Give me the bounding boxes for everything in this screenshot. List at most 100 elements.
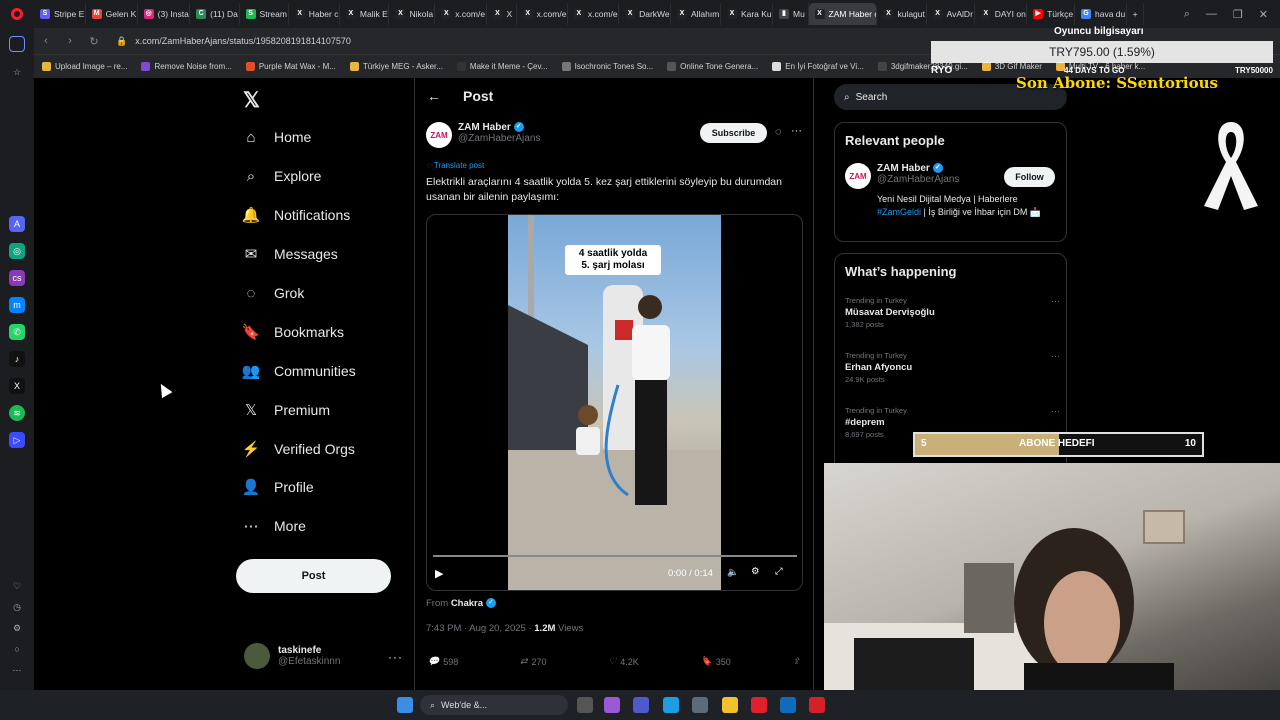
spotify-icon[interactable]: ≋ <box>9 405 25 421</box>
trend-more-icon[interactable]: ··· <box>1051 351 1060 361</box>
browser-tab[interactable]: S Stripe E <box>34 3 86 25</box>
relevant-avatar[interactable]: ZAM <box>845 163 871 189</box>
nav-profile[interactable]: 👤 Profile <box>242 478 314 496</box>
bookmark-item[interactable]: Isochronic Tones So... <box>561 62 653 71</box>
browser-tab[interactable]: ▶ Türkçe <box>1027 3 1075 25</box>
nav-explore[interactable]: ⌕ Explore <box>242 167 322 185</box>
teams-icon[interactable] <box>633 697 649 713</box>
star-icon[interactable]: ☆ <box>9 64 25 80</box>
nav-more[interactable]: ⋯ More <box>242 517 306 535</box>
maximize-icon[interactable]: ❐ <box>1233 8 1243 21</box>
player-icon[interactable]: ▷ <box>9 432 25 448</box>
bookmark-item[interactable]: Remove Noise from... <box>141 62 232 71</box>
bio-hashtag[interactable]: #ZamGeldi <box>877 207 921 217</box>
video-player[interactable]: 4 saatlik yolda 5. şarj molası ▶ 0:00 / … <box>426 214 803 591</box>
whatsapp-icon[interactable]: ✆ <box>9 324 25 340</box>
repost-button[interactable]: ⇄ 270 <box>520 656 547 667</box>
grok-icon[interactable]: ◌ <box>775 126 782 138</box>
copilot-icon[interactable] <box>604 697 620 713</box>
taskbar-search[interactable]: ⌕ Web'de &... <box>420 695 568 715</box>
nav-premium[interactable]: 𝕏 Premium <box>242 401 330 419</box>
browser-tab[interactable]: Xx.com/e <box>435 3 487 25</box>
bookmark-item[interactable]: Purple Mat Wax - M... <box>245 62 336 71</box>
account-more-icon[interactable]: ··· <box>388 650 403 664</box>
opera-logo-icon[interactable] <box>0 0 34 28</box>
reply-button[interactable]: 💬 598 <box>428 656 458 667</box>
nav-notifications[interactable]: 🔔 Notifications <box>242 206 351 224</box>
explorer-icon[interactable] <box>722 697 738 713</box>
nav-communities[interactable]: 👥 Communities <box>242 362 356 380</box>
cs-icon[interactable]: cs <box>9 270 25 286</box>
back-icon[interactable]: ‹ <box>34 35 58 47</box>
back-arrow-icon[interactable]: ← <box>427 88 441 104</box>
nav-home[interactable]: ⌂ Home <box>242 128 311 146</box>
browser-tab[interactable]: Ghava du <box>1075 3 1127 25</box>
nav-messages[interactable]: ✉ Messages <box>242 245 338 263</box>
browser-tab[interactable]: X Haber c <box>289 3 340 25</box>
author-avatar[interactable]: ZAM <box>426 122 452 148</box>
browser-tab[interactable]: X Malik E <box>340 3 390 25</box>
trend-more-icon[interactable]: ··· <box>1051 406 1060 416</box>
bookmark-item[interactable]: Upload Image – re... <box>42 62 127 71</box>
forward-icon[interactable]: › <box>58 35 82 47</box>
subscribe-button[interactable]: Subscribe <box>700 123 767 143</box>
post-more-icon[interactable]: ··· <box>791 125 802 137</box>
post-author[interactable]: ZAM ZAM Haber ✓ @ZamHaberAjans <box>426 122 540 148</box>
browser-tab[interactable]: C (11) Da <box>190 3 240 25</box>
more-sidebar-icon[interactable]: ⋯ <box>9 662 25 678</box>
trend-more-icon[interactable]: ··· <box>1051 296 1060 306</box>
x-icon[interactable]: X <box>9 378 25 394</box>
bookmark-item[interactable]: Türkiye MEG - Asker... <box>349 62 443 71</box>
home-icon[interactable] <box>9 36 25 52</box>
aria-icon[interactable]: A <box>9 216 25 232</box>
share-button[interactable]: ⇪ <box>792 656 800 667</box>
bookmark-item[interactable]: 3dgifmaker28349.gi... <box>877 62 968 71</box>
url-field[interactable]: 🔒 x.com/ZamHaberAjans/status/19582081918… <box>116 36 351 47</box>
translate-link[interactable]: ◌ Translate post <box>427 161 484 170</box>
from-source[interactable]: Chakra <box>451 598 483 609</box>
close-icon[interactable]: ✕ <box>1259 8 1268 21</box>
follow-button[interactable]: Follow <box>1004 167 1055 187</box>
task-view-icon[interactable] <box>577 697 593 713</box>
browser-tab[interactable]: ◎ (3) Insta <box>138 3 191 25</box>
app-icon[interactable] <box>809 697 825 713</box>
windows-start-icon[interactable] <box>397 697 413 713</box>
x-logo-icon[interactable]: 𝕏 <box>243 88 260 113</box>
post-button[interactable]: Post <box>236 559 391 593</box>
browser-tab[interactable]: X Allahım <box>671 3 721 25</box>
store-icon[interactable] <box>692 697 708 713</box>
author-name[interactable]: ZAM Haber <box>458 122 511 133</box>
browser-tab[interactable]: M Gelen K <box>86 3 138 25</box>
settings-icon[interactable]: ⚙ <box>9 620 25 636</box>
search-tabs-icon[interactable]: ⌕ <box>1184 8 1190 21</box>
browser-tab[interactable]: Xkulagut <box>877 3 927 25</box>
lightbulb-icon[interactable]: ○ <box>9 641 25 657</box>
browser-tab[interactable]: ▮ Mu <box>773 3 809 25</box>
relevant-handle[interactable]: @ZamHaberAjans <box>877 174 959 185</box>
fullscreen-icon[interactable]: ⤢ <box>775 566 783 577</box>
trend-item[interactable]: Trending in Turkey Erhan Afyoncu 24.9K pos… <box>845 351 1060 384</box>
relevant-name[interactable]: ZAM Haber <box>877 163 930 174</box>
trend-item[interactable]: Trending in Turkey Müsavat Dervişoğlu 1,38… <box>845 296 1060 329</box>
outlook-icon[interactable] <box>780 697 796 713</box>
browser-tab[interactable]: Xx.com/e <box>568 3 620 25</box>
browser-tab[interactable]: X DarkWe <box>619 3 671 25</box>
video-progress-bar[interactable] <box>433 555 797 557</box>
edge-icon[interactable] <box>663 697 679 713</box>
volume-icon[interactable]: 🔈 <box>727 567 739 578</box>
messenger-icon[interactable]: m <box>9 297 25 313</box>
browser-tab[interactable]: X DAYI on <box>975 3 1028 25</box>
author-handle[interactable]: @ZamHaberAjans <box>458 133 540 144</box>
browser-tab[interactable]: Xx.com/e <box>517 3 568 25</box>
browser-tab[interactable]: S Stream <box>240 3 289 25</box>
post-timestamp[interactable]: 7:43 PM · Aug 20, 2025 · <box>426 623 532 634</box>
opera-taskbar-icon[interactable] <box>751 697 767 713</box>
like-button[interactable]: ♡ 4.2K <box>608 656 639 667</box>
browser-tab[interactable]: X AvAlDr <box>927 3 975 25</box>
new-tab-icon[interactable]: + <box>1127 3 1144 25</box>
tiktok-icon[interactable]: ♪ <box>9 351 25 367</box>
nav-verified-orgs[interactable]: ⚡ Verified Orgs <box>242 440 355 458</box>
reload-icon[interactable]: ↻ <box>82 35 106 48</box>
bookmark-item[interactable]: 3D Gif Maker <box>981 62 1042 71</box>
minimize-icon[interactable]: — <box>1206 8 1217 20</box>
